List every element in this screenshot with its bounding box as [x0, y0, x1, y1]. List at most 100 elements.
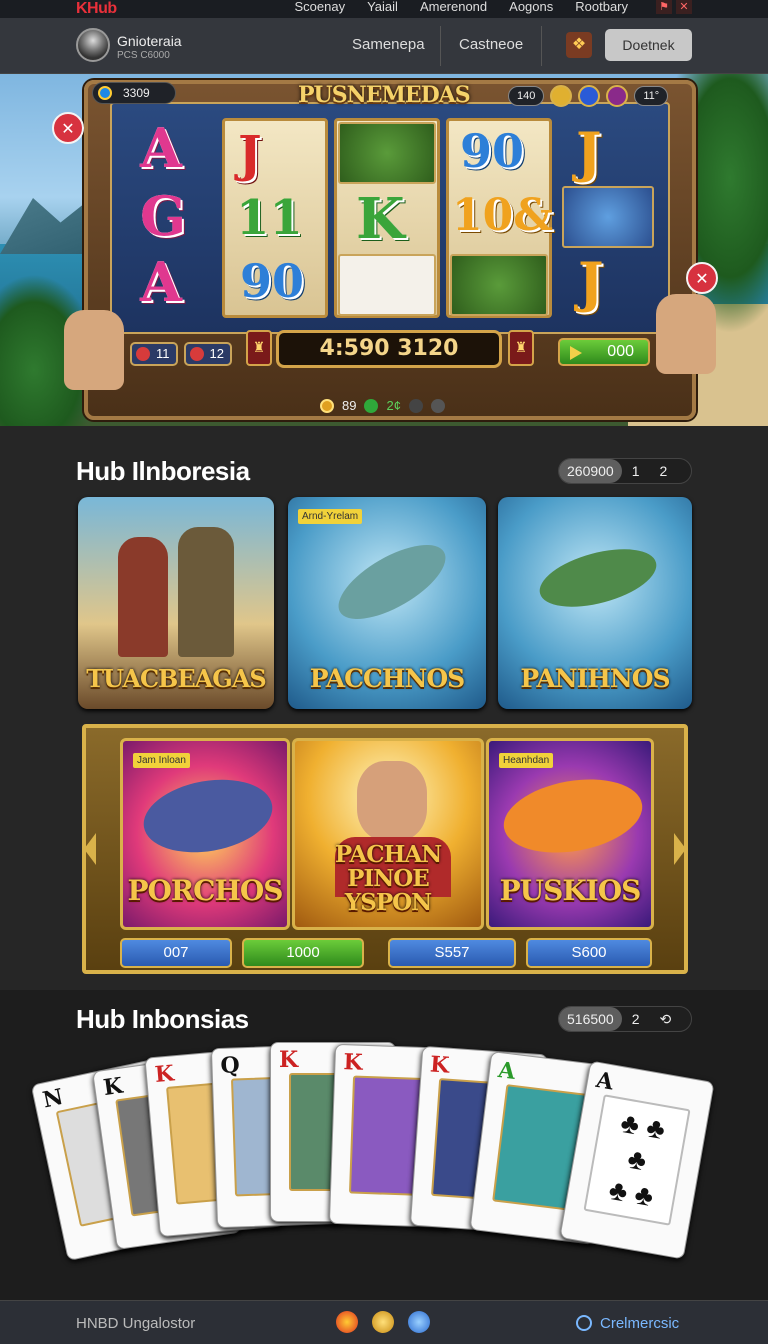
promo-card-title: PACHAN PINOE YSPON [334, 841, 442, 916]
reel-symbol: 10& [452, 190, 553, 241]
lock-icon[interactable]: ♜ [508, 330, 534, 366]
footer: HNBD Ungalostor Crelmercsic [0, 1300, 768, 1344]
gem-icon[interactable] [408, 1311, 430, 1333]
bet-stats: 11 12 [130, 342, 232, 368]
fish-icon [533, 538, 663, 618]
pager-value: 89 [342, 398, 357, 413]
promo-card-title: PORCHOS [127, 874, 283, 907]
character-face [357, 761, 427, 841]
gem-icon[interactable] [578, 85, 601, 107]
page-number[interactable]: 2 [650, 463, 678, 479]
app-logo[interactable]: KHub [76, 0, 117, 18]
reel-symbol: K [356, 186, 405, 252]
bet-stat[interactable]: 12 [183, 342, 232, 366]
character-figure [178, 527, 234, 657]
promo-carousel: Jam Inloan PORCHOS PACHAN PINOE YSPON He… [82, 724, 688, 974]
divider [541, 26, 542, 66]
status-pill[interactable]: 140 [508, 86, 545, 106]
fish-icon [137, 770, 279, 862]
character-figure [118, 537, 168, 657]
club-icon: ♣ ♣ ♣ ♣ ♣ [606, 1106, 668, 1213]
hero-slot-banner: A G A J 11 90 K 90 10& J J 3309 PUSNEMED… [0, 74, 768, 426]
reel-symbol: A [140, 116, 182, 180]
header-nav-item[interactable]: Samenepa [352, 36, 425, 53]
promo-card[interactable]: Jam Inloan PORCHOS [120, 738, 290, 930]
slot-title: PUSNEMEDAS [298, 82, 471, 108]
pager-count[interactable]: 260900 [559, 459, 622, 483]
section-pager: 516500 2 ⟲ [558, 1006, 692, 1032]
game-card[interactable]: Arnd-Yrelam PACCHNOS [288, 497, 486, 709]
chip-icon [189, 347, 204, 361]
top-nav-item[interactable]: Amerenond [420, 0, 487, 14]
balance-pill[interactable]: 3309 [92, 82, 176, 104]
game-card-title: PACCHNOS [309, 664, 465, 693]
fire-icon[interactable] [336, 1311, 358, 1333]
pager-value: 2¢ [386, 398, 401, 413]
close-icon[interactable]: ✕ [686, 262, 718, 294]
brand-subtitle: PCS C6000 [117, 50, 170, 61]
promo-bet-button[interactable]: 1000 [242, 938, 364, 968]
star-icon[interactable] [606, 85, 629, 107]
game-card[interactable]: TUACBEAGAS [78, 497, 274, 709]
avatar[interactable] [76, 28, 110, 62]
fish-symbol-icon [338, 254, 436, 316]
window-controls: ⚑ ✕ [656, 0, 692, 14]
close-icon[interactable]: ✕ [52, 112, 84, 144]
top-nav-item[interactable]: Rootbary [575, 0, 628, 14]
refresh-icon[interactable]: ⟲ [650, 1011, 682, 1028]
fish-icon [327, 530, 457, 634]
promo-card-title: PUSKIOS [499, 874, 642, 907]
pager-count[interactable]: 516500 [559, 1007, 622, 1031]
reel-symbol: J [576, 120, 602, 184]
coin-icon[interactable] [372, 1311, 394, 1333]
flag-icon[interactable]: ⚑ [656, 0, 672, 14]
chevron-left-icon[interactable] [84, 833, 96, 865]
chip-icon [136, 347, 150, 361]
card-art: ♣ ♣ ♣ ♣ ♣ [583, 1094, 691, 1226]
coin-icon [98, 86, 112, 100]
top-nav-item[interactable]: Scoenay [295, 0, 346, 14]
top-nav-item[interactable]: Yaiail [367, 0, 398, 14]
pager-dot[interactable] [408, 398, 423, 413]
bet-stat[interactable]: 11 [130, 342, 178, 366]
coin-icon [320, 398, 334, 413]
section-title: Hub Ilnboresia [76, 456, 250, 486]
divider [440, 26, 441, 66]
reel-symbol: G [140, 184, 187, 248]
header-nav-item[interactable]: Castneoe [459, 36, 523, 53]
gift-icon[interactable]: ❖ [566, 32, 592, 58]
footer-label[interactable]: HNBD Ungalostor [76, 1315, 195, 1332]
coin-icon[interactable] [550, 85, 573, 107]
carousel-pager: 89 2¢ [320, 398, 445, 413]
promo-card[interactable]: PACHAN PINOE YSPON [292, 738, 484, 930]
game-tag: Arnd-Yrelam [298, 509, 363, 524]
lock-icon[interactable]: ♜ [246, 330, 272, 366]
hand-left [64, 310, 124, 390]
slot-status: 140 11° [508, 84, 690, 108]
reel-symbol: 90 [460, 124, 525, 178]
reel-symbol: 11 [236, 190, 303, 246]
section-title: Hub Inbonsias [76, 1004, 249, 1034]
page-number[interactable]: 2 [622, 1011, 650, 1027]
brand-name: Gnioteraia [117, 33, 182, 49]
footer-link[interactable]: Crelmercsic [576, 1315, 679, 1332]
spin-button[interactable]: 000 [558, 338, 650, 366]
header-action-button[interactable]: Doetnek [605, 29, 692, 61]
reel-symbol: J [578, 250, 604, 314]
pager-dot[interactable] [430, 398, 445, 413]
top-nav-item[interactable]: Aogons [509, 0, 553, 14]
promo-card[interactable]: Heanhdan PUSKIOS [486, 738, 654, 930]
close-icon[interactable]: ✕ [676, 0, 692, 14]
promo-bet-button[interactable]: S557 [388, 938, 516, 968]
top-nav: Scoenay Yaiail Amerenond Aogons Rootbary [295, 0, 629, 14]
status-pill[interactable]: 11° [634, 86, 669, 106]
promo-bet-button[interactable]: S600 [526, 938, 652, 968]
promo-bet-button[interactable]: 007 [120, 938, 232, 968]
chevron-right-icon[interactable] [674, 833, 686, 865]
bowl-symbol-icon [338, 122, 436, 184]
hand-right [656, 294, 716, 374]
game-card[interactable]: PANIHNOS [498, 497, 692, 709]
page-number[interactable]: 1 [622, 463, 650, 479]
game-card-title: PANIHNOS [520, 664, 670, 693]
pager-dot[interactable] [364, 398, 379, 413]
